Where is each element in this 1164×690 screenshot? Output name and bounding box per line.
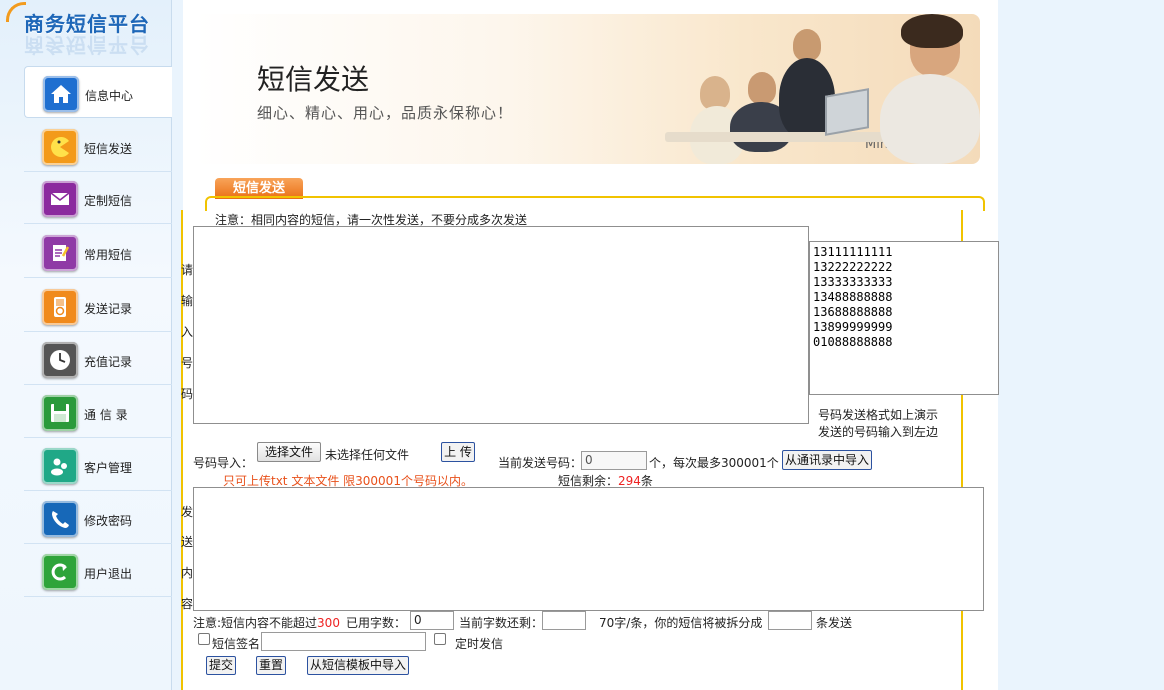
nav-item-customer-mgmt[interactable]: 客户管理 [24,439,172,491]
example-numbers-box: 13111111111 13222222222 13333333333 1348… [809,241,999,395]
nav-label: 发送记录 [84,302,133,316]
phone-icon [42,501,78,537]
clock-icon [42,342,78,378]
left-count-field[interactable] [542,611,586,630]
ipod-icon [42,289,78,325]
nav-label: 充值记录 [84,355,133,369]
submit-button[interactable]: 提交 [206,656,236,675]
split-count-field[interactable] [768,611,812,630]
choose-file-button[interactable]: 选择文件 [257,442,321,462]
nav-item-custom-sms[interactable]: 定制短信 [24,172,172,224]
nav-label: 用户退出 [84,567,133,581]
left-count-label: 当前字数还剩： [459,616,544,630]
nav-item-info-center[interactable]: 信息中心 [24,66,172,118]
notepad-icon [42,235,78,271]
nav-label: 信息中心 [85,89,134,103]
content-limit-notice: 注意:短信内容不能超过300 [193,614,340,631]
sidebar: 商务短信平台 商务短信平台 信息中心 短信发送 定制短信 常用短信 发送记录 充… [0,0,172,690]
panel-border [205,196,985,211]
import-from-contacts-button[interactable]: 从通讯录中导入 [782,450,872,470]
current-numbers-field[interactable]: 0 [581,451,647,470]
signature-checkbox[interactable] [198,633,210,645]
sms-remaining-unit: 条 [640,474,653,488]
nav-label: 修改密码 [84,514,133,528]
floppy-icon [42,395,78,431]
envelope-icon [42,181,78,217]
example-hint-line1: 号码发送格式如上演示 [818,408,939,422]
reset-button[interactable]: 重置 [256,656,286,675]
nav-label: 定制短信 [84,194,133,208]
used-count-label: 已用字数： [346,616,407,630]
used-count-field[interactable]: 0 [410,611,454,630]
example-hint-line2: 发送的号码输入到左边 [818,425,939,439]
current-numbers-label: 当前发送号码： [498,456,583,470]
panel-border-left [181,210,183,690]
schedule-checkbox[interactable] [434,633,446,645]
home-icon [43,76,79,112]
no-file-text: 未选择任何文件 [325,448,410,462]
split-suffix: 条发送 [816,616,853,630]
nav-item-logout[interactable]: 用户退出 [24,545,172,597]
nav-label: 常用短信 [84,248,133,262]
users-icon [42,448,78,484]
banner-title: 短信发送 [257,63,370,96]
nav-label: 通 信 录 [84,408,128,422]
banner: 短信发送 细心、精心、用心，品质永保称心！ Mingnet 2.0 [195,14,980,164]
banner-subtitle: 细心、精心、用心，品质永保称心！ [257,104,514,122]
phone-numbers-input[interactable] [193,226,809,424]
nav-item-recharge-log[interactable]: 充值记录 [24,333,172,385]
nav-item-sms-send[interactable]: 短信发送 [24,120,172,172]
nav-label: 客户管理 [84,461,133,475]
signature-input[interactable] [261,632,426,651]
sms-remaining-label: 短信剩余： [558,474,619,488]
nav-item-send-log[interactable]: 发送记录 [24,280,172,332]
split-text: 70字/条，你的短信将被拆分成 [599,616,763,630]
nav-item-contacts[interactable]: 通 信 录 [24,386,172,438]
nav-label: 短信发送 [84,142,133,156]
schedule-label: 定时发信 [455,637,504,651]
exit-icon [42,554,78,590]
pacman-icon [42,129,78,165]
nav-item-common-sms[interactable]: 常用短信 [24,226,172,278]
max-numbers-text: 个，每次最多300001个 [649,456,779,470]
nav-item-change-password[interactable]: 修改密码 [24,492,172,544]
import-template-button[interactable]: 从短信模板中导入 [307,656,409,675]
signature-label: 短信签名 [212,637,261,651]
content-limit-value: 300 [317,616,340,630]
sms-remaining-count: 294 [618,474,641,488]
logo-reflection: 商务短信平台 [24,33,150,57]
content-limit-prefix: 注意:短信内容不能超过 [193,616,318,630]
upload-button[interactable]: 上 传 [441,442,475,462]
sms-content-input[interactable] [193,487,984,611]
logo-swoosh-icon [6,2,26,22]
import-label: 号码导入： [193,456,254,470]
